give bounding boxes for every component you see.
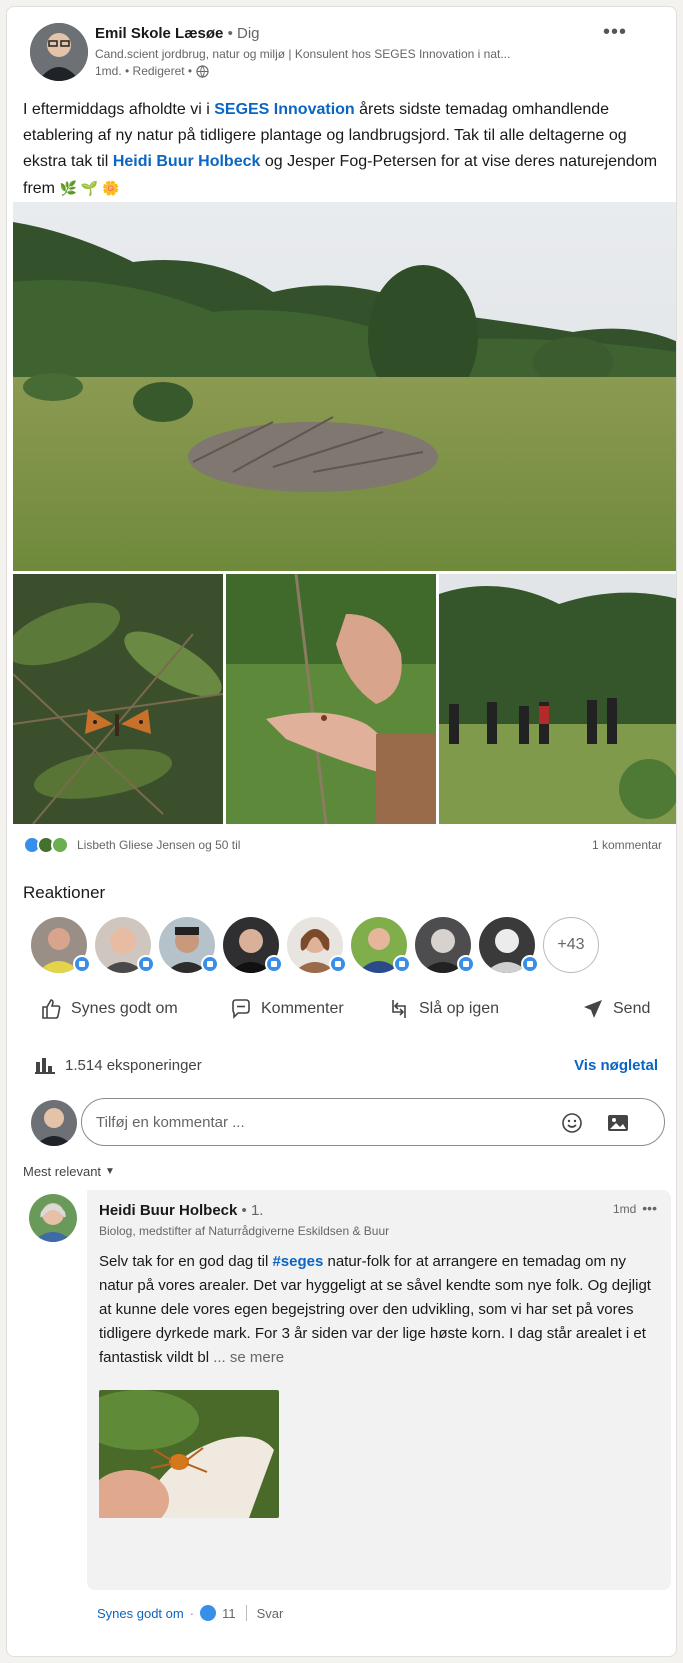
reply-author-avatar[interactable] bbox=[29, 1194, 77, 1242]
like-badge-icon bbox=[265, 955, 283, 973]
like-badge-icon bbox=[457, 955, 475, 973]
like-button[interactable]: Synes godt om bbox=[39, 997, 178, 1021]
send-button[interactable]: Send bbox=[581, 997, 650, 1021]
reply-like-count[interactable]: 11 bbox=[222, 1606, 236, 1621]
reactions-heading: Reaktioner bbox=[23, 883, 106, 902]
send-button-label: Send bbox=[613, 1000, 651, 1017]
reply-meta: 1md ••• bbox=[612, 1201, 657, 1216]
emoji-icon[interactable] bbox=[560, 1111, 584, 1135]
sort-label: Mest relevant bbox=[23, 1164, 102, 1179]
reply-actions-separator: · bbox=[189, 1605, 195, 1621]
reply-comment: Heidi Buur Holbeck • 1. Biolog, medstift… bbox=[87, 1190, 671, 1590]
reply-text: Selv tak for en god dag til #seges natur… bbox=[99, 1250, 659, 1370]
celebrate-reaction-icon bbox=[51, 836, 69, 854]
like-badge-icon bbox=[329, 955, 347, 973]
comment-input-placeholder: Tilføj en kommentar ... bbox=[96, 1114, 245, 1131]
like-badge-icon bbox=[393, 955, 411, 973]
reaction-icons bbox=[23, 836, 71, 854]
caret-down-icon: ▼ bbox=[105, 1166, 115, 1177]
sort-dropdown[interactable]: Mest relevant ▼ bbox=[23, 1164, 115, 1179]
reply-author-degree: • 1. bbox=[241, 1202, 264, 1219]
like-badge-icon bbox=[137, 955, 155, 973]
more-reactors-button[interactable]: +43 bbox=[543, 917, 599, 973]
view-analytics-link[interactable]: Vis nøgletal bbox=[574, 1057, 658, 1074]
divider bbox=[245, 1605, 247, 1621]
post-time: 1md. • Redigeret • bbox=[95, 64, 193, 78]
current-user-avatar bbox=[31, 1100, 77, 1146]
post-menu-button[interactable]: ••• bbox=[603, 21, 627, 44]
like-badge-icon bbox=[201, 955, 219, 973]
repost-button-label: Slå op igen bbox=[419, 1000, 500, 1017]
mention-seges-innovation[interactable]: SEGES Innovation bbox=[214, 101, 354, 118]
post-photo-main[interactable] bbox=[13, 202, 676, 571]
post-photo-hands[interactable] bbox=[226, 574, 436, 824]
repost-button[interactable]: Slå op igen bbox=[387, 997, 499, 1021]
repost-icon bbox=[392, 1000, 406, 1018]
like-button-label: Synes godt om bbox=[71, 1000, 178, 1017]
post-photo-group[interactable] bbox=[439, 574, 676, 824]
reply-like-button[interactable]: Synes godt om bbox=[97, 1606, 184, 1621]
image-icon[interactable] bbox=[606, 1111, 630, 1135]
reply-author-row[interactable]: Heidi Buur Holbeck • 1. bbox=[99, 1202, 263, 1219]
reply-author-name[interactable]: Heidi Buur Holbeck bbox=[99, 1202, 237, 1219]
thumbs-up-icon bbox=[42, 999, 61, 1019]
post-emoji: 🌿 🌱 🌼 bbox=[59, 180, 120, 196]
comment-input[interactable]: Tilføj en kommentar ... bbox=[81, 1098, 665, 1146]
impressions-row: 1.514 eksponeringer bbox=[35, 1056, 202, 1074]
reactors-text[interactable]: Lisbeth Gliese Jensen og 50 til bbox=[77, 838, 240, 852]
post-time-row: 1md. • Redigeret • bbox=[95, 64, 209, 78]
send-icon bbox=[584, 1000, 602, 1018]
reactions-summary[interactable]: Lisbeth Gliese Jensen og 50 til bbox=[23, 836, 240, 854]
reply-menu-button[interactable]: ••• bbox=[642, 1201, 657, 1216]
bar-chart-icon bbox=[35, 1058, 55, 1074]
post-text-part1: I eftermiddags afholdte vi i bbox=[23, 101, 215, 118]
author-headline: Cand.scient jordbrug, natur og miljø | K… bbox=[95, 47, 511, 61]
post-photo-butterfly[interactable] bbox=[13, 574, 223, 824]
comment-button-label: Kommenter bbox=[261, 1000, 344, 1017]
mention-heidi-buur-holbeck[interactable]: Heidi Buur Holbeck bbox=[113, 153, 261, 170]
reply-actions: Synes godt om · 11 Svar bbox=[97, 1605, 283, 1621]
reply-button[interactable]: Svar bbox=[257, 1606, 284, 1621]
see-more-link[interactable]: ... se mere bbox=[213, 1349, 284, 1366]
globe-icon bbox=[196, 64, 209, 78]
reply-photo-spider[interactable] bbox=[99, 1390, 279, 1518]
author-name-row[interactable]: Emil Skole Læsøe • Dig bbox=[95, 25, 260, 42]
reply-author-headline: Biolog, medstifter af Naturrådgiverne Es… bbox=[99, 1224, 390, 1238]
comment-button[interactable]: Kommenter bbox=[229, 997, 344, 1021]
comments-count[interactable]: 1 kommentar bbox=[592, 838, 662, 852]
like-badge-icon bbox=[521, 955, 539, 973]
comment-icon bbox=[232, 999, 250, 1019]
post-card: Emil Skole Læsøe • Dig Cand.scient jordb… bbox=[6, 6, 677, 1657]
post-body: I eftermiddags afholdte vi i SEGES Innov… bbox=[23, 97, 663, 202]
like-badge-icon bbox=[73, 955, 91, 973]
author-avatar[interactable] bbox=[30, 23, 88, 81]
author-name[interactable]: Emil Skole Læsøe bbox=[95, 25, 223, 42]
author-degree: • Dig bbox=[227, 25, 260, 42]
reply-time: 1md bbox=[612, 1202, 637, 1216]
like-reaction-icon bbox=[200, 1605, 217, 1621]
impressions-count: 1.514 eksponeringer bbox=[65, 1056, 202, 1074]
hashtag-seges[interactable]: #seges bbox=[272, 1253, 323, 1270]
reply-text-before: Selv tak for en god dag til bbox=[99, 1253, 273, 1270]
